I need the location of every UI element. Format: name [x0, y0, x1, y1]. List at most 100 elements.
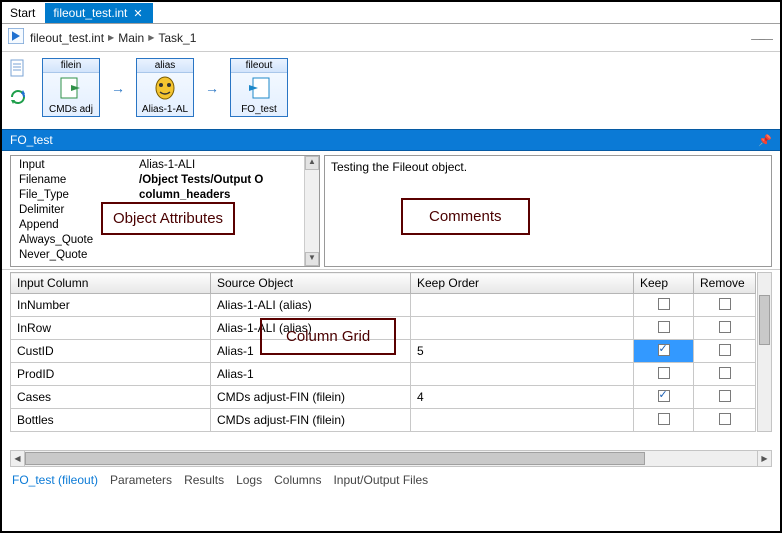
- checkbox[interactable]: [719, 298, 731, 310]
- checkbox[interactable]: [658, 390, 670, 402]
- minimize-icon[interactable]: — —: [751, 30, 768, 46]
- workspace: filein CMDs adj → alias Alias-1-AL → fil…: [2, 52, 780, 125]
- cell-remove[interactable]: [694, 363, 756, 386]
- node-alias[interactable]: alias Alias-1-AL: [136, 58, 194, 117]
- bottom-tab-io-files[interactable]: Input/Output Files: [333, 473, 428, 487]
- cell-remove[interactable]: [694, 340, 756, 363]
- checkbox[interactable]: [719, 321, 731, 333]
- scroll-up-icon[interactable]: ▲: [305, 156, 319, 170]
- cell-source-object[interactable]: Alias-1-ALI (alias): [211, 294, 411, 317]
- flow-canvas[interactable]: filein CMDs adj → alias Alias-1-AL → fil…: [34, 52, 780, 125]
- cell-keep[interactable]: [634, 317, 694, 340]
- bottom-tab-parameters[interactable]: Parameters: [110, 473, 172, 487]
- table-row[interactable]: InNumberAlias-1-ALI (alias): [11, 294, 756, 317]
- cell-source-object[interactable]: Alias-1: [211, 340, 411, 363]
- table-row[interactable]: CasesCMDs adjust-FIN (filein)4: [11, 386, 756, 409]
- attributes-panel[interactable]: InputAlias-1-ALI Filename/Object Tests/O…: [10, 155, 320, 267]
- cell-keep[interactable]: [634, 409, 694, 432]
- breadcrumb-main[interactable]: Main: [118, 31, 144, 45]
- cell-remove[interactable]: [694, 317, 756, 340]
- breadcrumb-file[interactable]: fileout_test.int: [30, 31, 104, 45]
- checkbox[interactable]: [658, 367, 670, 379]
- grid-header-remove[interactable]: Remove: [694, 273, 756, 294]
- scrollbar-thumb[interactable]: [759, 295, 770, 345]
- refresh-icon[interactable]: [8, 87, 28, 110]
- bottom-tabs: FO_test (fileout) Parameters Results Log…: [2, 467, 780, 491]
- cell-source-object[interactable]: CMDs adjust-FIN (filein): [211, 409, 411, 432]
- node-fileout[interactable]: fileout FO_test: [230, 58, 288, 117]
- cell-source-object[interactable]: CMDs adjust-FIN (filein): [211, 386, 411, 409]
- table-row[interactable]: ProdIDAlias-1: [11, 363, 756, 386]
- scroll-left-icon[interactable]: ◀: [11, 451, 25, 466]
- cell-input-column[interactable]: Bottles: [11, 409, 211, 432]
- run-icon[interactable]: [8, 28, 24, 47]
- scroll-right-icon[interactable]: ▶: [757, 451, 771, 466]
- flow-arrow-icon: →: [204, 80, 220, 96]
- cell-keep[interactable]: [634, 340, 694, 363]
- scrollbar-thumb[interactable]: [25, 452, 645, 465]
- attr-value: Alias-1-ALI: [139, 158, 195, 173]
- panel-header: FO_test 📌: [2, 129, 780, 151]
- checkbox[interactable]: [719, 390, 731, 402]
- table-row[interactable]: CustIDAlias-15: [11, 340, 756, 363]
- tab-start[interactable]: Start: [2, 3, 45, 23]
- document-tabs: Start fileout_test.int ✕: [2, 2, 780, 24]
- checkbox[interactable]: [719, 367, 731, 379]
- cell-input-column[interactable]: Cases: [11, 386, 211, 409]
- attr-scrollbar[interactable]: ▲▼: [304, 156, 319, 266]
- cell-remove[interactable]: [694, 386, 756, 409]
- cell-keep-order[interactable]: [411, 294, 634, 317]
- bottom-tab-logs[interactable]: Logs: [236, 473, 262, 487]
- bottom-tab-columns[interactable]: Columns: [274, 473, 321, 487]
- cell-remove[interactable]: [694, 409, 756, 432]
- attr-key: Input: [19, 158, 139, 173]
- node-type: filein: [43, 59, 99, 73]
- fileout-icon: [231, 73, 287, 103]
- bottom-tab-results[interactable]: Results: [184, 473, 224, 487]
- grid-horizontal-scrollbar[interactable]: ◀ ▶: [10, 450, 772, 467]
- attributes-row: InputAlias-1-ALI Filename/Object Tests/O…: [2, 151, 780, 270]
- tab-fileout-test[interactable]: fileout_test.int ✕: [45, 3, 152, 23]
- attr-key: Delimiter: [19, 203, 139, 218]
- cell-keep[interactable]: [634, 294, 694, 317]
- pin-icon[interactable]: 📌: [758, 134, 772, 147]
- grid-header-source-object[interactable]: Source Object: [211, 273, 411, 294]
- tab-active-label: fileout_test.int: [53, 6, 127, 20]
- cell-remove[interactable]: [694, 294, 756, 317]
- node-label: FO_test: [231, 103, 287, 116]
- grid-vertical-scrollbar[interactable]: [757, 272, 772, 432]
- breadcrumb-task[interactable]: Task_1: [158, 31, 196, 45]
- checkbox[interactable]: [719, 344, 731, 356]
- scroll-down-icon[interactable]: ▼: [305, 252, 319, 266]
- cell-keep[interactable]: [634, 363, 694, 386]
- cell-input-column[interactable]: InNumber: [11, 294, 211, 317]
- table-row[interactable]: BottlesCMDs adjust-FIN (filein): [11, 409, 756, 432]
- cell-input-column[interactable]: InRow: [11, 317, 211, 340]
- bottom-tab-object[interactable]: FO_test (fileout): [12, 473, 98, 487]
- cell-keep-order[interactable]: 4: [411, 386, 634, 409]
- cell-input-column[interactable]: CustID: [11, 340, 211, 363]
- checkbox[interactable]: [658, 344, 670, 356]
- cell-input-column[interactable]: ProdID: [11, 363, 211, 386]
- checkbox[interactable]: [658, 298, 670, 310]
- cell-keep-order[interactable]: [411, 409, 634, 432]
- cell-keep-order[interactable]: [411, 363, 634, 386]
- table-row[interactable]: InRowAlias-1-ALI (alias): [11, 317, 756, 340]
- cell-source-object[interactable]: Alias-1: [211, 363, 411, 386]
- grid-header-keep[interactable]: Keep: [634, 273, 694, 294]
- checkbox[interactable]: [719, 413, 731, 425]
- node-filein[interactable]: filein CMDs adj: [42, 58, 100, 117]
- comments-panel[interactable]: Testing the Fileout object. Comments: [324, 155, 772, 267]
- cell-source-object[interactable]: Alias-1-ALI (alias): [211, 317, 411, 340]
- cell-keep[interactable]: [634, 386, 694, 409]
- column-grid[interactable]: Input Column Source Object Keep Order Ke…: [10, 272, 756, 432]
- close-icon[interactable]: ✕: [133, 7, 142, 20]
- node-type: alias: [137, 59, 193, 73]
- cell-keep-order[interactable]: [411, 317, 634, 340]
- grid-header-input-column[interactable]: Input Column: [11, 273, 211, 294]
- cell-keep-order[interactable]: 5: [411, 340, 634, 363]
- grid-header-keep-order[interactable]: Keep Order: [411, 273, 634, 294]
- checkbox[interactable]: [658, 321, 670, 333]
- document-icon[interactable]: [8, 58, 28, 81]
- checkbox[interactable]: [658, 413, 670, 425]
